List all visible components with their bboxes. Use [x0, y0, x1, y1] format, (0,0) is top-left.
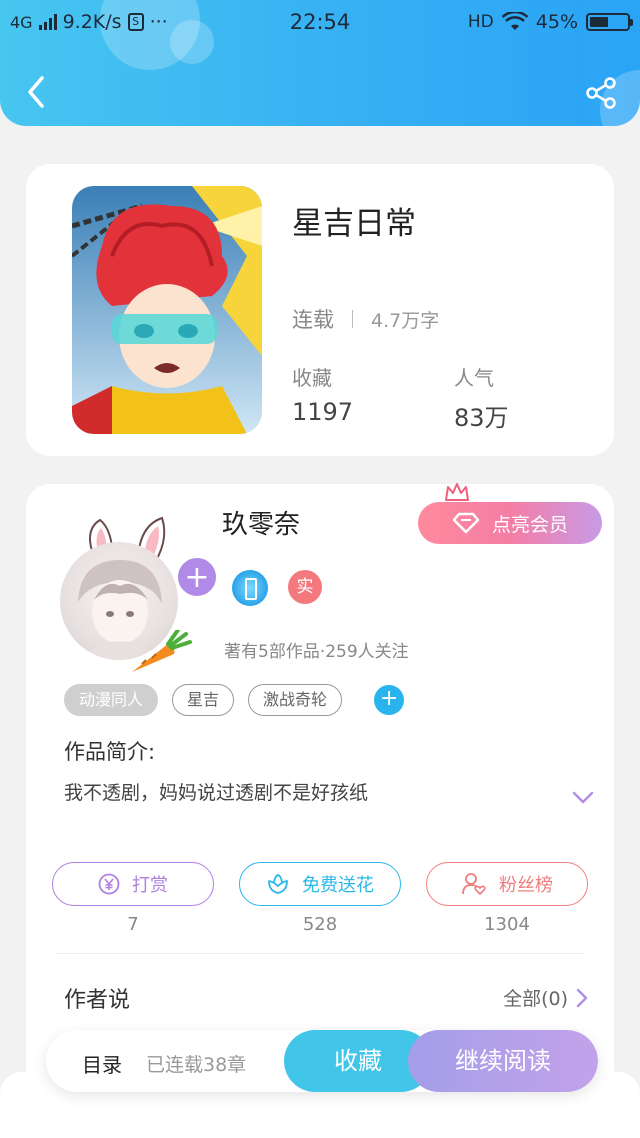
add-tag-button[interactable]: +: [374, 685, 405, 715]
tag-item[interactable]: 星吉: [172, 684, 235, 716]
chevron-left-icon: [28, 76, 44, 108]
collect-count: 1197: [292, 398, 354, 426]
wifi-icon: [501, 12, 528, 30]
share-button[interactable]: [584, 76, 618, 110]
popularity-label: 人气: [454, 366, 494, 390]
collect-label: 收藏: [292, 366, 332, 390]
book-title: 星吉日常: [292, 206, 416, 242]
status-bar: 4G 9.2K/s S ··· 22:54 HD 45%: [0, 0, 640, 44]
verified-badge[interactable]: 实: [288, 570, 322, 604]
word-count: 4.7万字: [371, 309, 440, 332]
book-info-card: 星吉日常 连载 4.7万字 收藏 1197 人气 83万: [26, 164, 614, 456]
chevron-right-icon: [576, 988, 588, 1007]
diamond-icon: [452, 512, 480, 534]
divider: [352, 310, 353, 328]
battery-percent: 45%: [535, 11, 578, 33]
cover-illustration: [72, 186, 262, 434]
user-heart-icon: [462, 873, 486, 895]
chapter-count: 已连载38章: [146, 1054, 247, 1076]
bottom-action-bar: 目录 已连载38章 收藏 继续阅读: [46, 1030, 598, 1092]
battery-icon: [586, 13, 633, 31]
serial-status: 连载: [292, 308, 334, 332]
author-avatar-group: +: [60, 512, 218, 672]
fan-ranking-button[interactable]: 粉丝榜: [426, 862, 588, 906]
book-status-row: 连载 4.7万字: [292, 304, 439, 334]
reward-count: 7: [127, 914, 139, 935]
tag-list: 动漫同人 星吉 激战奇轮 +: [64, 684, 405, 716]
intro-heading: 作品简介:: [64, 740, 156, 764]
yen-coin-icon: [98, 873, 120, 895]
author-name[interactable]: 玖零奈: [222, 504, 300, 541]
top-header: 4G 9.2K/s S ··· 22:54 HD 45%: [0, 0, 640, 126]
author-stats: 著有5部作品·259人关注: [224, 642, 409, 662]
flower-icon: [268, 874, 288, 894]
reward-label: 打赏: [132, 875, 168, 896]
send-flower-button[interactable]: 免费送花: [239, 862, 401, 906]
popularity-count: 83万: [454, 404, 509, 432]
level-badge-icon[interactable]: [232, 570, 268, 606]
vip-button-label: 点亮会员: [491, 513, 568, 536]
reward-button[interactable]: 打赏: [52, 862, 214, 906]
see-all-label: 全部(0): [503, 988, 568, 1010]
back-button[interactable]: [22, 74, 52, 110]
activate-vip-button[interactable]: 点亮会员: [418, 502, 602, 544]
tag-item[interactable]: 动漫同人: [64, 684, 159, 716]
table-of-contents-button[interactable]: 目录: [82, 1049, 122, 1078]
fan-ranking-label: 粉丝榜: [499, 875, 553, 896]
chevron-down-icon[interactable]: [572, 790, 594, 806]
book-cover[interactable]: [72, 186, 262, 434]
carrot-icon: [132, 630, 192, 672]
continue-reading-button[interactable]: 继续阅读: [408, 1030, 598, 1092]
section-divider: [56, 953, 584, 954]
crown-icon: [445, 483, 469, 501]
author-says-heading: 作者说: [64, 988, 131, 1013]
send-flower-label: 免费送花: [302, 875, 374, 896]
tag-item[interactable]: 激战奇轮: [248, 684, 343, 716]
share-icon: [586, 77, 616, 109]
hd-indicator: HD: [467, 12, 494, 32]
follow-author-button[interactable]: +: [176, 556, 218, 598]
intro-text: 我不透剧，妈妈说过透剧不是好孩纸: [64, 782, 369, 804]
fan-count: 1304: [484, 914, 530, 935]
see-all-link[interactable]: 全部(0): [503, 984, 588, 1011]
flower-count: 528: [302, 914, 338, 935]
